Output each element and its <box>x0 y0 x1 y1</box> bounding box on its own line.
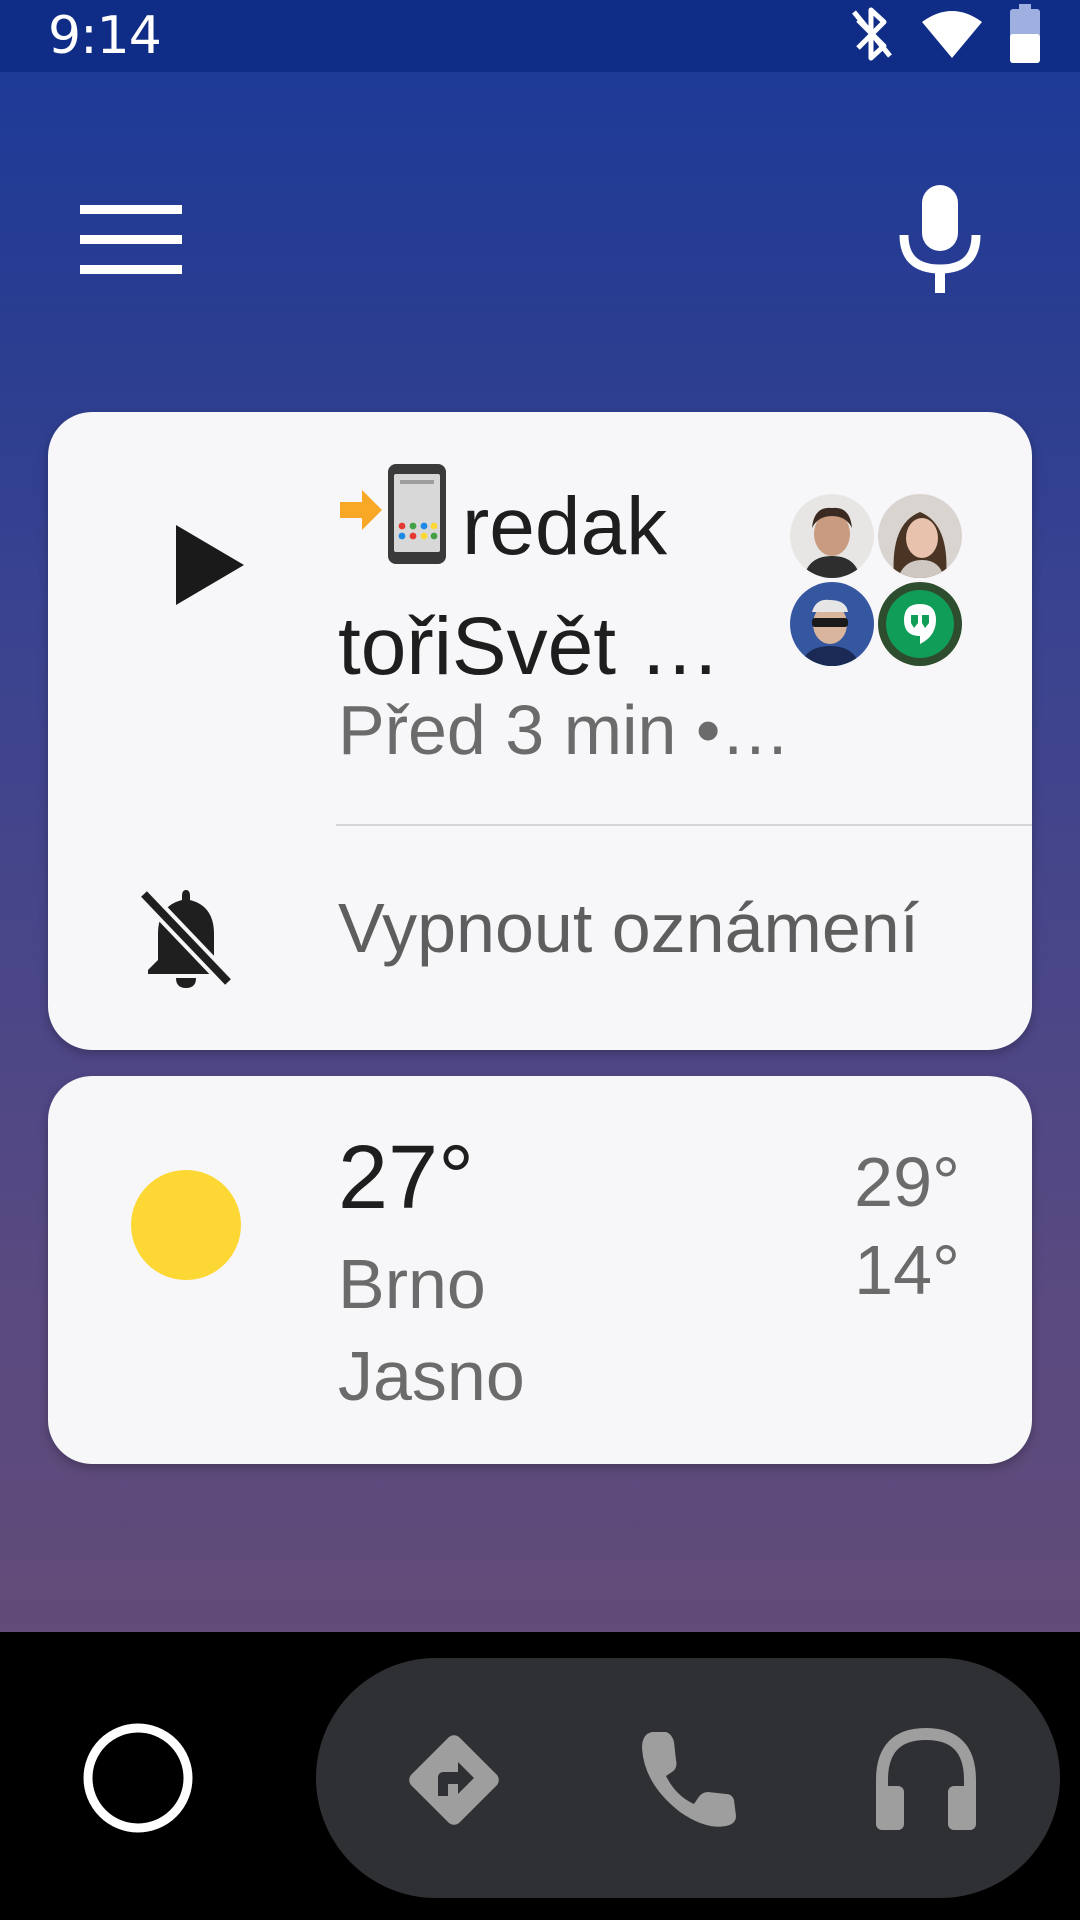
current-temperature: 27° <box>338 1128 475 1228</box>
menu-button[interactable] <box>76 200 186 280</box>
avatar <box>878 494 962 578</box>
phone-icon <box>642 1732 736 1827</box>
high-temperature: 29° <box>854 1143 960 1221</box>
message-title-line2: tořiSvět … <box>338 601 721 692</box>
bluetooth-icon <box>850 6 894 66</box>
message-subtitle: Před 3 min •… <box>338 691 791 769</box>
mute-notifications-button[interactable]: Vypnout oznámení <box>48 826 1032 1050</box>
headphones-icon <box>876 1727 976 1830</box>
mic-icon <box>899 185 981 293</box>
media-button[interactable] <box>864 1718 988 1842</box>
mute-label: Vypnout oznámení <box>338 889 920 967</box>
weather-city: Brno <box>338 1245 486 1323</box>
phone-button[interactable] <box>626 1718 750 1842</box>
top-bar <box>0 170 1080 310</box>
status-icons <box>850 4 1040 68</box>
message-title-line1: redak <box>338 464 808 592</box>
message-title: redak tořiSvět … <box>338 464 808 702</box>
status-bar: 9:14 <box>0 0 1080 72</box>
home-button[interactable] <box>80 1720 196 1836</box>
home-icon <box>83 1723 193 1833</box>
message-title-text1: redak <box>462 481 668 572</box>
navigation-button[interactable] <box>392 1718 516 1842</box>
voice-button[interactable] <box>880 170 1000 310</box>
status-time: 9:14 <box>48 6 162 66</box>
avatar <box>790 494 874 578</box>
low-temperature: 14° <box>854 1231 960 1309</box>
message-card[interactable]: redak tořiSvět … Před 3 min •… Vypnout o… <box>48 412 1032 1050</box>
wifi-icon <box>920 8 984 64</box>
weather-card[interactable]: 27° Brno Jasno 29° 14° <box>48 1076 1032 1464</box>
bottom-navigation-bar <box>0 1632 1080 1920</box>
avatar-group <box>790 494 962 666</box>
notifications-off-icon <box>136 882 256 1002</box>
hangouts-icon <box>878 582 962 666</box>
android-auto-screen: 9:14 redak tořiSvět … Před 3 min •… Vypn… <box>0 0 1080 1632</box>
battery-icon <box>1010 4 1040 68</box>
play-icon <box>176 525 244 605</box>
phone-arrow-emoji-icon <box>338 464 448 592</box>
app-launcher-bar <box>316 1658 1060 1898</box>
navigation-icon <box>409 1735 499 1825</box>
avatar <box>790 582 874 666</box>
sun-icon <box>131 1170 241 1280</box>
weather-condition: Jasno <box>338 1337 525 1415</box>
play-message-button[interactable] <box>150 500 270 630</box>
menu-icon <box>80 205 182 274</box>
